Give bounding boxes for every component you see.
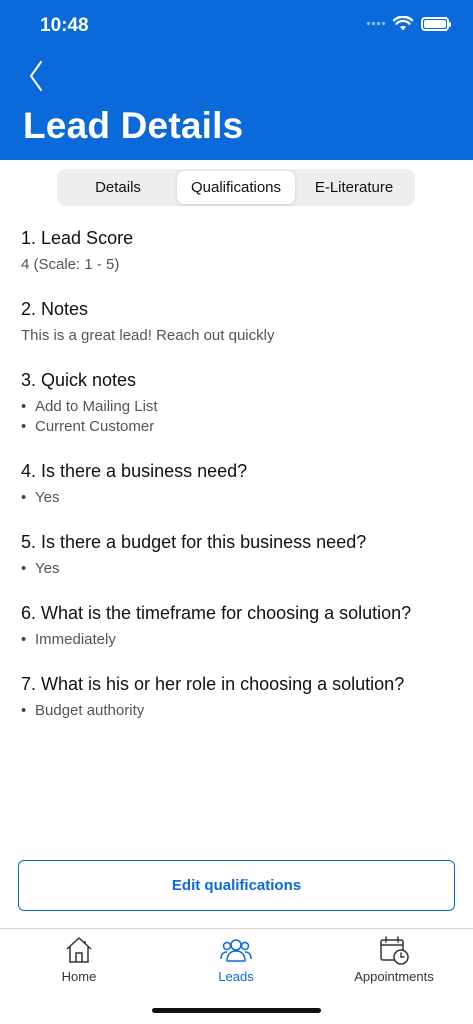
wifi-icon	[393, 16, 413, 31]
question-business-need: 4. Is there a business need? Yes	[21, 459, 461, 508]
answer-list: Yes	[21, 488, 461, 508]
tab-leads[interactable]: Leads	[176, 933, 296, 984]
battery-icon	[421, 16, 451, 31]
question-title: 3. Quick notes	[21, 370, 137, 390]
status-indicators	[367, 16, 451, 31]
question-title: 4. Is there a business need?	[21, 461, 248, 481]
question-title: 6. What is the timeframe for choosing a …	[21, 603, 412, 623]
question-quick-notes: 3. Quick notes Add to Mailing List Curre…	[21, 368, 461, 437]
question-budget: 5. Is there a budget for this business n…	[21, 530, 461, 579]
question-answer: 4 (Scale: 1 - 5)	[21, 256, 120, 273]
answer-item: Immediately	[21, 630, 461, 650]
question-lead-score: 1. Lead Score 4 (Scale: 1 - 5)	[21, 226, 461, 275]
answer-item: Yes	[21, 559, 461, 579]
question-timeframe: 6. What is the timeframe for choosing a …	[21, 601, 461, 650]
question-title: 2. Notes	[21, 299, 89, 319]
segment-details[interactable]: Details	[59, 171, 177, 204]
answer-item: Current Customer	[21, 417, 461, 437]
tab-home[interactable]: Home	[19, 933, 139, 984]
answer-list: Yes	[21, 559, 461, 579]
edit-qualifications-button[interactable]: Edit qualifications	[18, 860, 455, 911]
answer-item: Add to Mailing List	[21, 397, 461, 417]
answer-list: Budget authority	[21, 701, 461, 721]
answer-item: Yes	[21, 488, 461, 508]
status-time: 10:48	[40, 15, 89, 36]
nav-header: 10:48 Lead Details	[0, 0, 473, 160]
answer-item: Budget authority	[21, 701, 461, 721]
question-title: 1. Lead Score	[21, 228, 134, 248]
back-chevron-icon[interactable]	[26, 58, 50, 94]
segment-e-literature[interactable]: E-Literature	[295, 171, 413, 204]
question-notes: 2. Notes This is a great lead! Reach out…	[21, 297, 461, 346]
answer-list: Immediately	[21, 630, 461, 650]
segment-qualifications[interactable]: Qualifications	[177, 171, 295, 204]
calendar-clock-icon	[380, 936, 409, 965]
home-indicator	[152, 1008, 321, 1013]
segment-control: Details Qualifications E-Literature	[57, 169, 415, 206]
question-role: 7. What is his or her role in choosing a…	[21, 672, 461, 721]
leads-icon	[220, 939, 252, 962]
answer-list: Add to Mailing List Current Customer	[21, 397, 461, 437]
question-title: 5. Is there a budget for this business n…	[21, 532, 367, 552]
page-title: Lead Details	[23, 105, 244, 146]
qualifications-list: 1. Lead Score 4 (Scale: 1 - 5) 2. Notes …	[21, 226, 461, 743]
tab-label: Appointments	[354, 969, 434, 984]
cellular-signal-icon	[367, 22, 385, 25]
home-icon	[66, 937, 92, 963]
tab-label: Leads	[218, 969, 254, 984]
question-answer: This is a great lead! Reach out quickly	[21, 327, 275, 344]
tab-appointments[interactable]: Appointments	[334, 933, 454, 984]
question-title: 7. What is his or her role in choosing a…	[21, 674, 405, 694]
tab-label: Home	[61, 969, 97, 984]
